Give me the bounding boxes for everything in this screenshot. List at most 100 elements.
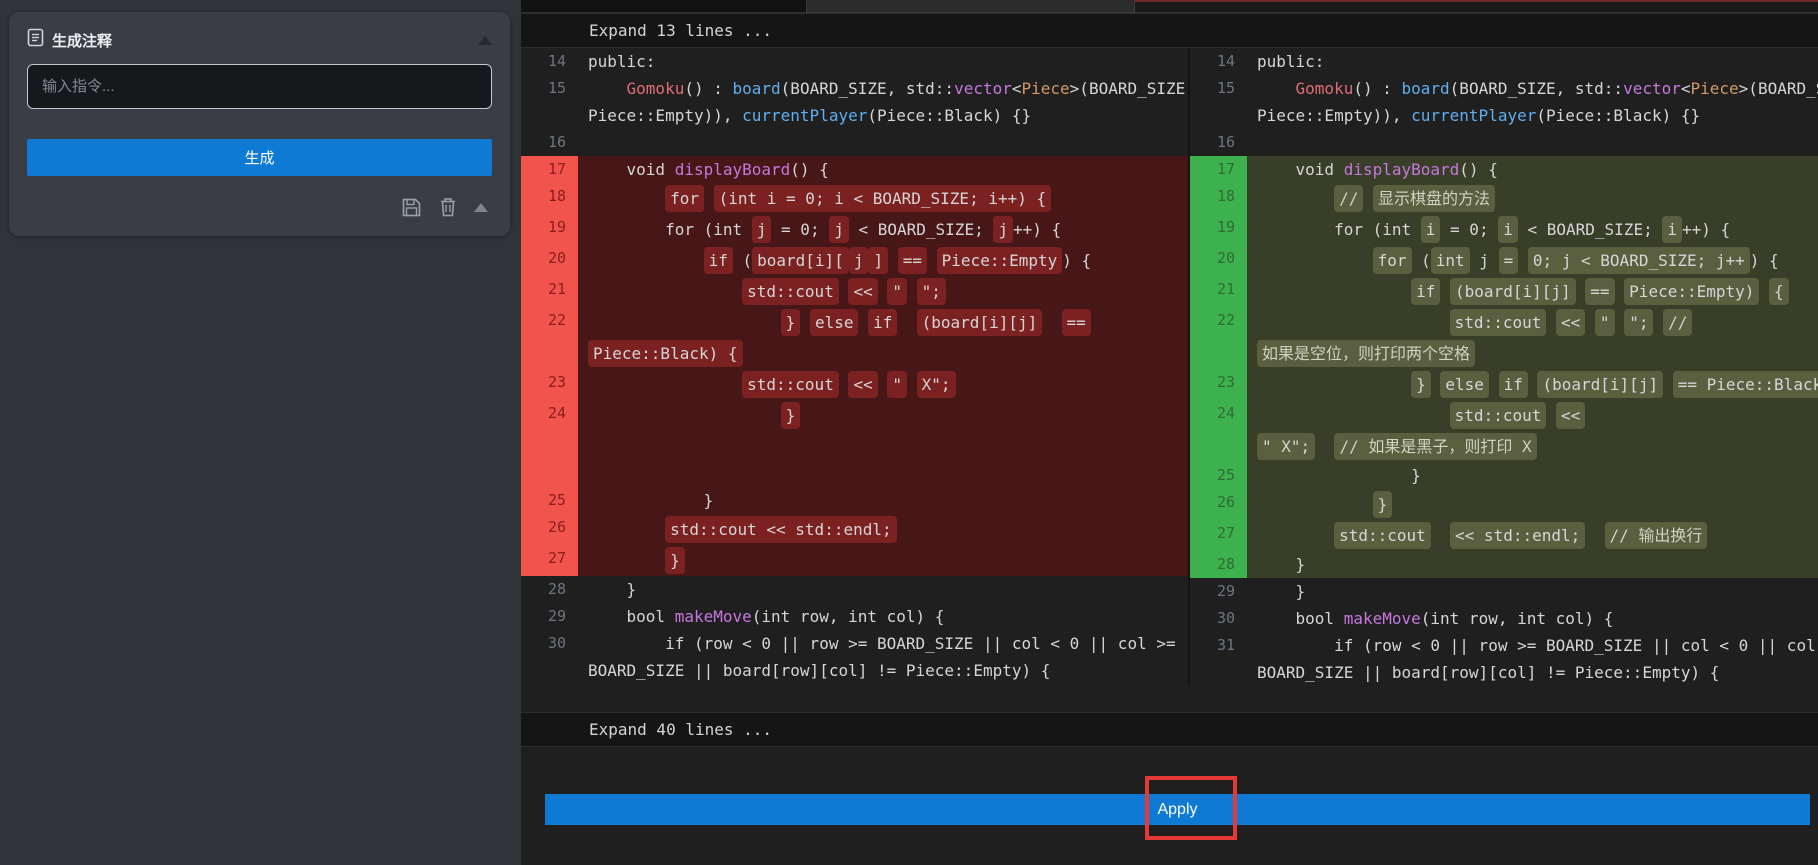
- code-text: bool makeMove(int row, int col) {: [1247, 605, 1818, 632]
- code-text: }: [578, 487, 1188, 514]
- generate-button[interactable]: 生成: [27, 139, 492, 176]
- editor-topbar: [521, 0, 1818, 13]
- diff-pane-original: 14public:15 Gomoku() : board(BOARD_SIZE,…: [521, 48, 1190, 686]
- code-line: 28 }: [1190, 551, 1818, 578]
- code-text: void displayBoard() {: [1247, 156, 1818, 183]
- line-number: 16: [521, 129, 578, 156]
- topbar-segment: [521, 0, 806, 13]
- code-line: 26 }: [1190, 489, 1818, 520]
- code-line: 20 if (board[i][j] == Piece::Empty) {: [521, 245, 1188, 276]
- code-line: 24 }: [521, 400, 1188, 431]
- code-text: [1247, 129, 1818, 156]
- trash-icon[interactable]: [438, 196, 458, 218]
- apply-button[interactable]: Apply: [545, 794, 1810, 825]
- code-text: if (board[i][j] == Piece::Empty) {: [578, 245, 1188, 276]
- line-number: 27: [521, 545, 578, 576]
- line-number: 29: [521, 603, 578, 630]
- sidebar: 生成注释 生成: [0, 0, 521, 865]
- expand-bottom-row[interactable]: Expand 40 lines ...: [521, 712, 1818, 747]
- apply-zone: Apply: [521, 747, 1818, 865]
- code-text: for (int j = 0; j < BOARD_SIZE; j++) {: [578, 214, 1188, 245]
- code-line: 15 Gomoku() : board(BOARD_SIZE, std::vec…: [521, 75, 1188, 129]
- code-text: }: [1247, 551, 1818, 578]
- instruction-input[interactable]: [27, 64, 492, 109]
- code-text: if (row < 0 || row >= BOARD_SIZE || col …: [1247, 632, 1818, 686]
- line-number: 23: [521, 369, 578, 400]
- line-number: 18: [1190, 183, 1247, 214]
- line-number: 21: [521, 276, 578, 307]
- line-number: 17: [1190, 156, 1247, 183]
- code-line: 22 } else if (board[i][j] == Piece::Blac…: [521, 307, 1188, 369]
- code-line: 31 if (row < 0 || row >= BOARD_SIZE || c…: [1190, 632, 1818, 686]
- code-line: 14public:: [521, 48, 1188, 75]
- code-line: 20 for (int j = 0; j < BOARD_SIZE; j++) …: [1190, 245, 1818, 276]
- code-text: [578, 129, 1188, 156]
- expand-top-row[interactable]: Expand 13 lines ...: [521, 13, 1818, 48]
- app-root: 生成注释 生成: [0, 0, 1818, 865]
- code-line: 17 void displayBoard() {: [1190, 156, 1818, 183]
- code-line: 16: [1190, 129, 1818, 156]
- code-text: std::cout << std::endl; // 输出换行: [1247, 520, 1818, 551]
- panel-actions: [27, 196, 492, 218]
- code-line: 18 // 显示棋盘的方法: [1190, 183, 1818, 214]
- code-text: void displayBoard() {: [578, 156, 1188, 183]
- code-text: public:: [1247, 48, 1818, 75]
- save-icon[interactable]: [401, 197, 422, 218]
- code-text: std::cout << " X"; // 如果是黑子，则打印 X: [1247, 400, 1818, 462]
- line-number: 22: [521, 307, 578, 369]
- line-number: 29: [1190, 578, 1247, 605]
- code-text: }: [578, 545, 1188, 576]
- line-number: 22: [1190, 307, 1247, 369]
- code-text: }: [578, 576, 1188, 603]
- notes-icon: [27, 28, 44, 52]
- code-line: [521, 431, 1188, 487]
- panel-header[interactable]: 生成注释: [27, 26, 492, 54]
- code-line: 21 if (board[i][j] == Piece::Empty) {: [1190, 276, 1818, 307]
- code-text: public:: [578, 48, 1188, 75]
- code-text: std::cout << " ";: [578, 276, 1188, 307]
- code-text: [578, 431, 1188, 487]
- line-number: 15: [521, 75, 578, 129]
- collapse-icon[interactable]: [478, 36, 492, 45]
- code-text: Gomoku() : board(BOARD_SIZE, std::vector…: [578, 75, 1188, 129]
- triangle-up-icon[interactable]: [474, 203, 488, 212]
- code-text: }: [1247, 462, 1818, 489]
- code-line: 19 for (int j = 0; j < BOARD_SIZE; j++) …: [521, 214, 1188, 245]
- code-line: 24 std::cout << " X"; // 如果是黑子，则打印 X: [1190, 400, 1818, 462]
- line-number: 20: [521, 245, 578, 276]
- code-line: 16: [521, 129, 1188, 156]
- code-text: }: [1247, 489, 1818, 520]
- code-line: 27 std::cout << std::endl; // 输出换行: [1190, 520, 1818, 551]
- code-line: 30 if (row < 0 || row >= BOARD_SIZE || c…: [521, 630, 1188, 684]
- code-text: }: [1247, 578, 1818, 605]
- code-line: 29 bool makeMove(int row, int col) {: [521, 603, 1188, 630]
- code-line: 23 } else if (board[i][j] == Piece::Blac…: [1190, 369, 1818, 400]
- code-text: if (board[i][j] == Piece::Empty) {: [1247, 276, 1818, 307]
- code-text: for (int i = 0; i < BOARD_SIZE; i++) {: [1247, 214, 1818, 245]
- line-number: 30: [521, 630, 578, 684]
- code-text: std::cout << " X";: [578, 369, 1188, 400]
- code-line: 29 }: [1190, 578, 1818, 605]
- code-line: 30 bool makeMove(int row, int col) {: [1190, 605, 1818, 632]
- code-line: 25 }: [1190, 462, 1818, 489]
- diff-panes: 14public:15 Gomoku() : board(BOARD_SIZE,…: [521, 48, 1818, 712]
- line-number: 20: [1190, 245, 1247, 276]
- code-line: 21 std::cout << " ";: [521, 276, 1188, 307]
- line-number: 25: [1190, 462, 1247, 489]
- code-line: 15 Gomoku() : board(BOARD_SIZE, std::vec…: [1190, 75, 1818, 129]
- code-text: for (int j = 0; j < BOARD_SIZE; j++) {: [1247, 245, 1818, 276]
- diff-editor: Expand 13 lines ... 14public:15 Gomoku()…: [521, 0, 1818, 865]
- line-number: 18: [521, 183, 578, 214]
- line-number: 14: [521, 48, 578, 75]
- code-text: // 显示棋盘的方法: [1247, 183, 1818, 214]
- code-text: for (int i = 0; i < BOARD_SIZE; i++) {: [578, 183, 1188, 214]
- line-number: 21: [1190, 276, 1247, 307]
- line-number: 26: [521, 514, 578, 545]
- code-text: Gomoku() : board(BOARD_SIZE, std::vector…: [1247, 75, 1818, 129]
- code-line: 28 }: [521, 576, 1188, 603]
- line-number: [521, 431, 578, 487]
- line-number: 31: [1190, 632, 1247, 686]
- code-line: 18 for (int i = 0; i < BOARD_SIZE; i++) …: [521, 183, 1188, 214]
- line-number: 30: [1190, 605, 1247, 632]
- line-number: 28: [1190, 551, 1247, 578]
